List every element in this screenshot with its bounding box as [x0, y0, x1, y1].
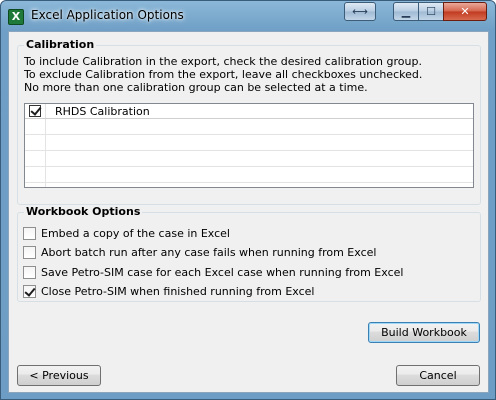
window-title: Excel Application Options	[31, 8, 184, 22]
save-case-checkbox[interactable]	[23, 266, 36, 279]
dialog-client-area: Calibration To include Calibration in th…	[8, 31, 489, 393]
calibration-empty-row	[25, 120, 473, 135]
calibration-empty-row	[25, 168, 473, 183]
embed-case-label: Embed a copy of the case in Excel	[41, 227, 230, 240]
dialog-window: X Excel Application Options ⟷ ▁ ☐ ✕ Cali…	[0, 0, 496, 400]
calibration-group-list[interactable]: RHDS Calibration	[24, 103, 474, 188]
maximize-button[interactable]: ☐	[418, 2, 444, 21]
calibration-instruction-1: To include Calibration in the export, ch…	[24, 55, 422, 68]
workbook-options-title: Workbook Options	[24, 205, 143, 218]
close-petrosim-label: Close Petro-SIM when finished running fr…	[41, 285, 315, 298]
calibration-instruction-3: No more than one calibration group can b…	[24, 81, 368, 94]
minimize-button[interactable]: ▁	[393, 2, 419, 21]
rhds-calibration-label: RHDS Calibration	[55, 105, 150, 118]
rhds-calibration-checkbox[interactable]	[29, 105, 41, 117]
resize-arrows-icon[interactable]: ⟷	[344, 2, 376, 21]
embed-case-checkbox[interactable]	[23, 227, 36, 240]
excel-app-icon: X	[8, 9, 24, 25]
previous-button[interactable]: < Previous	[17, 365, 101, 386]
build-workbook-button[interactable]: Build Workbook	[368, 322, 480, 343]
calibration-empty-row	[25, 136, 473, 151]
calibration-instruction-2: To exclude Calibration from the export, …	[24, 68, 423, 81]
abort-batch-checkbox[interactable]	[23, 246, 36, 259]
close-button[interactable]: ✕	[443, 2, 487, 21]
workbook-options-group: Workbook Options Embed a copy of the cas…	[17, 205, 481, 302]
abort-batch-label: Abort batch run after any case fails whe…	[41, 246, 377, 259]
title-bar[interactable]: X Excel Application Options ⟷ ▁ ☐ ✕	[1, 1, 495, 31]
close-petrosim-checkbox[interactable]	[23, 285, 36, 298]
calibration-group-title: Calibration	[24, 38, 97, 51]
cancel-button[interactable]: Cancel	[396, 365, 480, 386]
calibration-group: Calibration To include Calibration in th…	[17, 38, 481, 205]
calibration-empty-row	[25, 152, 473, 167]
save-case-label: Save Petro-SIM case for each Excel case …	[41, 266, 404, 279]
calibration-row-rhds[interactable]: RHDS Calibration	[25, 104, 473, 119]
